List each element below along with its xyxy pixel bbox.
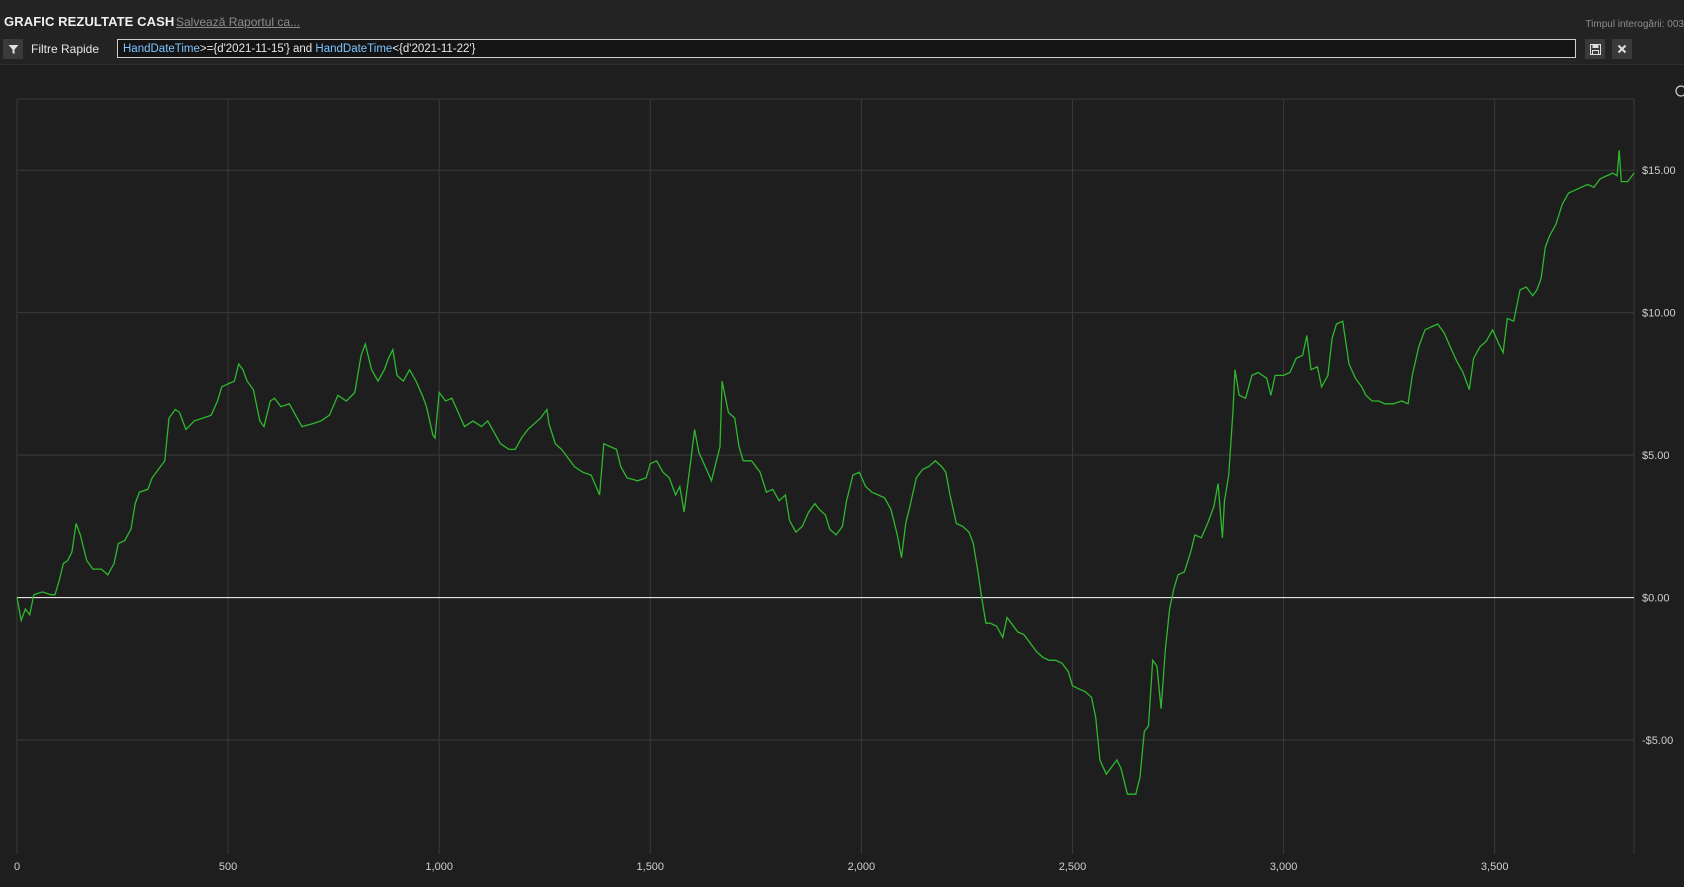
y-tick-label: $5.00 [1642, 450, 1670, 462]
report-title: GRAFIC REZULTATE CASH [4, 14, 175, 29]
query-field-2: HandDateTime [315, 43, 393, 55]
x-tick-label: 2,000 [848, 861, 876, 873]
cash-result-line [16, 150, 1635, 795]
x-axis-ticks: 0 500 1,000 1,500 2,000 2,500 3,000 3,500 [14, 861, 1509, 873]
save-report-link[interactable]: Salvează Raportul ca... [176, 15, 300, 29]
quick-filter-label: Filtre Rapide [31, 42, 100, 56]
query-value-1: {d'2021-11-15'} [213, 43, 290, 55]
y-tick-label: $0.00 [1642, 593, 1670, 605]
chart-grid [16, 98, 1635, 854]
query-value-2: {d'2021-11-22'} [399, 43, 476, 55]
x-tick-label: 2,500 [1059, 861, 1087, 873]
x-tick-label: 1,500 [637, 861, 665, 873]
chart-settings-icon[interactable] [1675, 85, 1684, 97]
query-time-label: Timpul interogării: 003 [1585, 19, 1684, 30]
x-tick-label: 0 [14, 861, 20, 873]
x-tick-label: 3,000 [1270, 861, 1298, 873]
quick-filter-bar: Filtre Rapide HandDateTime>={d'2021-11-1… [0, 36, 1684, 65]
query-conjunction: and [289, 43, 316, 55]
x-tick-label: 1,000 [425, 861, 453, 873]
filter-query-input[interactable]: HandDateTime>={d'2021-11-15'} and HandDa… [117, 39, 1576, 58]
close-x-icon[interactable] [1612, 39, 1632, 59]
y-tick-label: -$5.00 [1642, 735, 1673, 747]
cash-results-chart: 0 500 1,000 1,500 2,000 2,500 3,000 3,500 -$5.0… [14, 85, 1684, 873]
y-tick-label: $10.00 [1642, 308, 1676, 320]
filter-funnel-icon[interactable] [3, 39, 23, 59]
floppy-save-icon[interactable] [1585, 39, 1605, 59]
query-field-1: HandDateTime [123, 43, 200, 55]
query-operator-1: >= [199, 43, 214, 55]
y-axis-ticks: -$5.00 $0.00 $5.00 $10.00 $15.00 [1642, 165, 1676, 747]
y-tick-label: $15.00 [1642, 165, 1676, 177]
title-bar: GRAFIC REZULTATE CASH Salvează Raportul … [0, 0, 1684, 36]
x-tick-label: 3,500 [1481, 861, 1509, 873]
x-tick-label: 500 [219, 861, 237, 873]
